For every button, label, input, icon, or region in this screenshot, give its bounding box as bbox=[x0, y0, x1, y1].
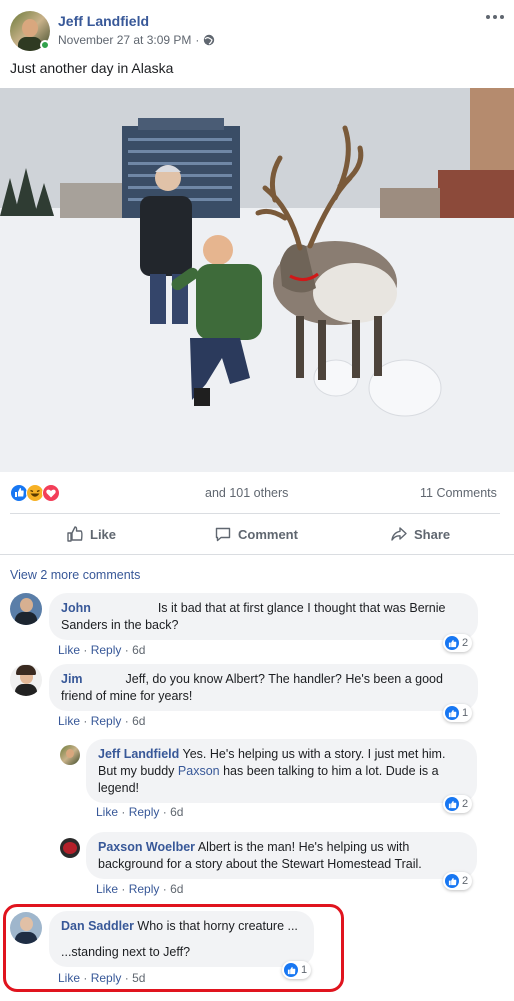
avatar[interactable] bbox=[60, 745, 80, 765]
comment-like-link[interactable]: Like bbox=[58, 971, 80, 985]
reply-bubble: Jeff Landfield Yes. He's helping us with… bbox=[86, 739, 477, 803]
comment-bubble: Jim Jeff, do you know Albert? The handle… bbox=[49, 664, 478, 711]
meta-separator: · bbox=[195, 33, 200, 47]
reply-bubble: Paxson Woelber Albert is the man! He's h… bbox=[86, 832, 477, 879]
like-reaction-icon bbox=[445, 636, 459, 650]
action-separator: · bbox=[83, 643, 88, 657]
comments-count[interactable]: 11 Comments bbox=[420, 486, 497, 500]
comment-bubble: John Is it bad that at first glance I th… bbox=[49, 593, 478, 640]
action-separator: · bbox=[124, 971, 129, 985]
post-text: Just another day in Alaska bbox=[10, 60, 174, 76]
reactions-summary[interactable]: and 101 others bbox=[205, 486, 288, 500]
comment-button[interactable]: Comment bbox=[214, 524, 298, 544]
avatar[interactable] bbox=[10, 664, 42, 696]
comment-like-count: 2 bbox=[462, 875, 469, 887]
comment-button-label: Comment bbox=[238, 526, 298, 542]
post-timestamp[interactable]: November 27 at 3:09 PM bbox=[58, 33, 191, 47]
more-icon[interactable] bbox=[486, 15, 504, 21]
comment-like-count: 1 bbox=[301, 964, 308, 976]
comment-time[interactable]: 6d bbox=[170, 805, 183, 819]
comment-like-link[interactable]: Like bbox=[58, 714, 80, 728]
online-status-dot bbox=[40, 40, 50, 50]
avatar[interactable] bbox=[60, 838, 80, 858]
divider-bottom bbox=[0, 554, 514, 555]
comment-reactions[interactable]: 2 bbox=[443, 872, 473, 890]
comment-bubble: Dan Saddler Who is that horny creature .… bbox=[49, 911, 314, 967]
comment-time[interactable]: 6d bbox=[132, 714, 145, 728]
view-more-comments[interactable]: View 2 more comments bbox=[10, 568, 140, 582]
comment-actions: Like · Reply · 5d bbox=[58, 971, 145, 985]
comment-author[interactable]: Paxson Woelber bbox=[98, 840, 195, 854]
post-photo[interactable] bbox=[0, 88, 514, 472]
love-reaction-icon bbox=[42, 484, 60, 502]
comment-reply-link[interactable]: Reply bbox=[129, 882, 160, 896]
comment-text-continued: ...standing next to Jeff? bbox=[61, 945, 191, 959]
comment-actions: Like · Reply · 6d bbox=[96, 805, 183, 819]
action-separator: · bbox=[121, 805, 126, 819]
action-separator: · bbox=[83, 971, 88, 985]
like-reaction-icon bbox=[445, 706, 459, 720]
action-separator: · bbox=[162, 805, 167, 819]
comment-actions: Like · Reply · 6d bbox=[58, 643, 145, 657]
globe-icon bbox=[204, 34, 215, 46]
share-button[interactable]: Share bbox=[390, 524, 450, 544]
like-button-label: Like bbox=[90, 526, 117, 542]
comment-like-count: 1 bbox=[462, 707, 469, 719]
photo-illustration bbox=[0, 88, 514, 472]
thumbs-up-icon bbox=[67, 526, 83, 542]
mention-link[interactable]: Paxson bbox=[178, 764, 220, 778]
comment-author[interactable]: Jim bbox=[61, 672, 83, 686]
comment-reactions[interactable]: 1 bbox=[443, 704, 473, 722]
share-icon bbox=[391, 527, 407, 541]
comment-like-count: 2 bbox=[462, 637, 469, 649]
comment-time[interactable]: 5d bbox=[132, 971, 145, 985]
comment-reactions[interactable]: 2 bbox=[443, 634, 473, 652]
comment-reactions[interactable]: 2 bbox=[443, 795, 473, 813]
comment-time[interactable]: 6d bbox=[132, 643, 145, 657]
action-separator: · bbox=[124, 643, 129, 657]
comment-author[interactable]: John bbox=[61, 601, 91, 615]
action-separator: · bbox=[83, 714, 88, 728]
comment-reply-link[interactable]: Reply bbox=[91, 971, 122, 985]
comment-actions: Like · Reply · 6d bbox=[58, 714, 145, 728]
comment-like-link[interactable]: Like bbox=[96, 805, 118, 819]
like-reaction-icon bbox=[445, 874, 459, 888]
action-separator: · bbox=[124, 714, 129, 728]
like-reaction-icon bbox=[284, 963, 298, 977]
like-button[interactable]: Like bbox=[66, 524, 116, 544]
comment-reactions[interactable]: 1 bbox=[282, 961, 312, 979]
like-reaction-icon bbox=[445, 797, 459, 811]
comment-reply-link[interactable]: Reply bbox=[91, 643, 122, 657]
comment-like-link[interactable]: Like bbox=[58, 643, 80, 657]
avatar[interactable] bbox=[10, 912, 42, 944]
comment-author[interactable]: Jeff Landfield bbox=[98, 747, 179, 761]
reaction-icons[interactable] bbox=[10, 484, 64, 502]
share-button-label: Share bbox=[414, 526, 451, 542]
comment-like-link[interactable]: Like bbox=[96, 882, 118, 896]
comment-time[interactable]: 6d bbox=[170, 882, 183, 896]
comment-like-count: 2 bbox=[462, 798, 469, 810]
comment-reply-link[interactable]: Reply bbox=[129, 805, 160, 819]
comment-reply-link[interactable]: Reply bbox=[91, 714, 122, 728]
comment-actions: Like · Reply · 6d bbox=[96, 882, 183, 896]
comment-text: Jeff, do you know Albert? The handler? H… bbox=[61, 672, 443, 703]
comment-icon bbox=[215, 527, 231, 542]
avatar[interactable] bbox=[10, 593, 42, 625]
divider-top bbox=[10, 513, 500, 514]
action-separator: · bbox=[121, 882, 126, 896]
comment-author[interactable]: Dan Saddler bbox=[61, 919, 134, 933]
comment-text: Is it bad that at first glance I thought… bbox=[61, 601, 446, 632]
post-author-name[interactable]: Jeff Landfield bbox=[58, 13, 149, 29]
comment-text: Who is that horny creature ... bbox=[137, 919, 298, 933]
action-separator: · bbox=[162, 882, 167, 896]
post-timestamp-row: November 27 at 3:09 PM · bbox=[58, 33, 215, 47]
